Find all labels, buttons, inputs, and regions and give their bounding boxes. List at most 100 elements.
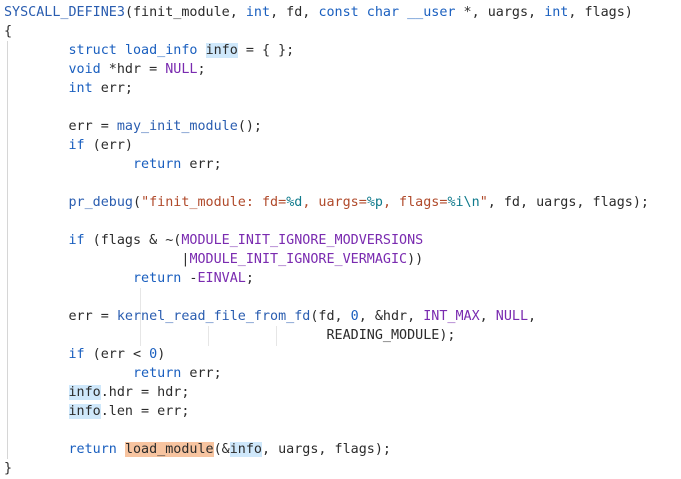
code-line[interactable]: [4, 421, 649, 440]
code-line[interactable]: if (flags & ~(MODULE_INIT_IGNORE_MODVERS…: [4, 231, 649, 250]
code-token: info: [68, 404, 101, 419]
code-token: 0: [149, 347, 158, 362]
code-token: ): [157, 347, 166, 362]
code-token: struct: [68, 43, 117, 58]
code-token: ,: [528, 309, 537, 324]
code-token: return: [133, 366, 182, 381]
code-line[interactable]: pr_debug("finit_module: fd=%d, uargs=%p,…: [4, 193, 650, 212]
code-token: ,: [479, 309, 496, 324]
code-token: load_module: [124, 442, 214, 457]
code-token: (err <: [84, 347, 150, 362]
code-token: ": [479, 195, 488, 210]
code-line[interactable]: int err;: [4, 79, 649, 98]
code-token: return: [68, 442, 117, 457]
code-line[interactable]: return err;: [4, 364, 649, 383]
code-line[interactable]: [4, 174, 649, 193]
code-token: err;: [181, 366, 222, 381]
code-token: %i\n: [447, 195, 480, 210]
code-line[interactable]: [4, 212, 649, 231]
code-token: , fd, uargs, flags);: [487, 195, 649, 210]
code-token: __user: [407, 5, 456, 20]
code-token: (flags & ~(: [84, 233, 182, 248]
code-token: if: [68, 347, 85, 362]
code-line[interactable]: err = kernel_read_file_from_fd(fd, 0, &h…: [4, 307, 649, 326]
code-line[interactable]: if (err): [4, 136, 649, 155]
code-token: %d: [286, 195, 303, 210]
code-token: int: [68, 81, 93, 96]
code-token: , fd,: [270, 5, 319, 20]
code-token: .hdr = hdr;: [100, 385, 190, 400]
code-line[interactable]: void *hdr = NULL;: [4, 60, 649, 79]
code-line[interactable]: {: [4, 22, 649, 41]
code-line[interactable]: SYSCALL_DEFINE3(finit_module, int, fd, c…: [4, 3, 649, 22]
code-token: void: [68, 62, 101, 77]
code-editor[interactable]: SYSCALL_DEFINE3(finit_module, int, fd, c…: [4, 3, 649, 478]
code-token: , &hdr,: [358, 309, 424, 324]
code-token: {: [4, 24, 13, 39]
code-token: (&: [213, 442, 230, 457]
code-token: SYSCALL_DEFINE3: [4, 5, 125, 20]
code-line[interactable]: [4, 288, 649, 307]
code-token: err;: [92, 81, 133, 96]
code-token: "finit_module: fd=: [141, 195, 287, 210]
code-token: NULL: [165, 62, 198, 77]
code-token: return: [133, 157, 182, 172]
code-token: ();: [237, 119, 262, 134]
code-token: }: [4, 461, 13, 476]
code-token: |: [4, 252, 190, 267]
code-token: info: [68, 385, 101, 400]
code-line[interactable]: return -EINVAL;: [4, 269, 649, 288]
code-token: (fd,: [310, 309, 351, 324]
code-line[interactable]: info.hdr = hdr;: [4, 383, 649, 402]
code-token: err =: [4, 119, 117, 134]
code-token: , uargs, flags);: [262, 442, 391, 457]
code-token: -: [181, 271, 198, 286]
code-token: info: [229, 442, 262, 457]
code-token: ;: [245, 271, 254, 286]
code-token: = { };: [237, 43, 295, 58]
code-line[interactable]: }: [4, 459, 649, 478]
code-line[interactable]: if (err < 0): [4, 345, 649, 364]
code-line[interactable]: err = may_init_module();: [4, 117, 649, 136]
code-line[interactable]: info.len = err;: [4, 402, 649, 421]
code-line[interactable]: struct load_info info = { };: [4, 41, 649, 60]
code-token: load_info: [124, 43, 198, 58]
code-token: READING_MODULE);: [4, 328, 456, 343]
code-token: )): [407, 252, 424, 267]
code-token: err =: [4, 309, 117, 324]
code-token: (: [133, 195, 142, 210]
code-token: int: [245, 5, 271, 20]
code-token: *, uargs,: [455, 5, 545, 20]
code-line[interactable]: |MODULE_INIT_IGNORE_VERMAGIC)): [4, 250, 649, 269]
code-token: INT_MAX: [423, 309, 480, 324]
code-token: NULL: [495, 309, 529, 324]
code-token: const char: [318, 5, 400, 20]
code-line[interactable]: return err;: [4, 155, 649, 174]
code-token: .len = err;: [100, 404, 190, 419]
code-token: err;: [181, 157, 222, 172]
code-line[interactable]: [4, 98, 649, 117]
code-token: 0: [350, 309, 359, 324]
code-token: int: [544, 5, 569, 20]
code-token: ;: [197, 62, 206, 77]
code-line[interactable]: return load_module(&info, uargs, flags);: [4, 440, 649, 459]
code-token: , flags=: [382, 195, 448, 210]
code-token: (err): [84, 138, 133, 153]
code-token: info: [205, 43, 238, 58]
code-token: kernel_read_file_from_fd: [116, 309, 311, 324]
code-line[interactable]: READING_MODULE);: [4, 326, 649, 345]
